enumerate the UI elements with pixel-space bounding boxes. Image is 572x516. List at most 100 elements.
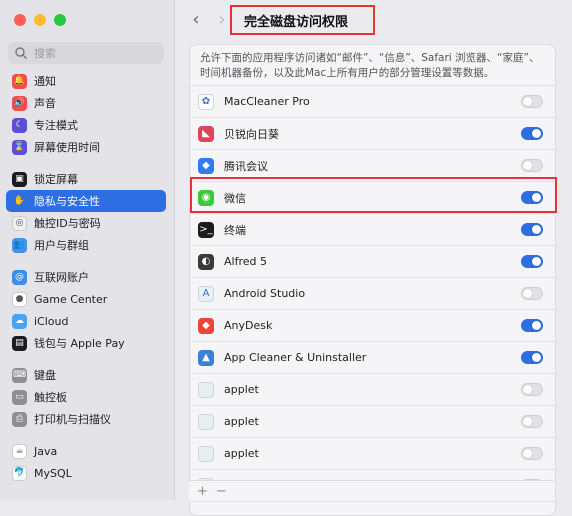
access-toggle[interactable] <box>521 383 543 396</box>
main-content: ‹ › 完全磁盘访问权限 允许下面的应用程序访问诸如“邮件”、“信息”、Safa… <box>175 0 572 516</box>
sidebar: 🔔 通知 🔊 声音 ☾ 专注模式 ⌛ 屏幕使用时间 ▣ 锁定屏幕 ✋ 隐私与安全性 ◎ 触控ID与密码 👥 用… <box>0 0 175 500</box>
moon-icon: ☾ <box>12 117 27 133</box>
access-toggle[interactable] <box>521 287 543 300</box>
access-toggle[interactable] <box>521 191 543 204</box>
access-toggle[interactable] <box>521 255 543 268</box>
hand-icon: ✋ <box>12 193 27 209</box>
sidebar-item-label: Java <box>34 444 58 458</box>
wechat-icon: ◉ <box>198 189 214 206</box>
sidebar-item-label: 触控板 <box>34 391 67 404</box>
sidebar-item[interactable]: ✋ 隐私与安全性 <box>6 190 166 212</box>
tencent-meeting-icon: ◆ <box>198 157 214 174</box>
sidebar-item-label: 钱包与 Apple Pay <box>34 337 125 350</box>
access-toggle[interactable] <box>521 351 543 364</box>
close-window-button[interactable] <box>14 14 26 26</box>
printer-icon: ⎙ <box>12 411 27 427</box>
sidebar-item[interactable]: ▣ 锁定屏幕 <box>6 168 166 190</box>
terminal-icon: >_ <box>198 221 214 238</box>
trackpad-icon: ▭ <box>12 389 27 405</box>
sidebar-item[interactable]: ☁ iCloud <box>6 310 166 332</box>
search-input[interactable] <box>32 45 156 61</box>
app-row: ◣ 贝锐向日葵 <box>190 118 555 150</box>
back-button[interactable]: ‹ <box>187 9 205 30</box>
window-controls <box>14 14 66 26</box>
sidebar-item[interactable]: 🔊 声音 <box>6 92 166 114</box>
sidebar-item[interactable]: 🔔 通知 <box>6 70 166 92</box>
hourglass-icon: ⌛ <box>12 139 27 155</box>
app-cleaner-icon: ▲ <box>198 349 214 366</box>
sidebar-item[interactable]: ☾ 专注模式 <box>6 114 166 136</box>
at-icon: @ <box>12 269 27 285</box>
lock-screen-icon: ▣ <box>12 171 27 187</box>
access-toggle[interactable] <box>521 159 543 172</box>
search-box[interactable] <box>8 42 164 64</box>
sidebar-item[interactable]: ● Game Center <box>6 288 166 310</box>
sidebar-item[interactable]: 👥 用户与群组 <box>6 234 166 256</box>
sidebar-item-label: 用户与群组 <box>34 239 89 252</box>
app-name: 终端 <box>224 223 246 237</box>
sidebar-item[interactable]: ◎ 触控ID与密码 <box>6 212 166 234</box>
applet-icon <box>198 381 214 398</box>
app-row: >_ 终端 <box>190 214 555 246</box>
anydesk-icon: ◆ <box>198 317 214 334</box>
sidebar-item[interactable]: ⎙ 打印机与扫描仪 <box>6 408 166 430</box>
app-name: applet <box>224 415 259 428</box>
forward-button[interactable]: › <box>213 9 231 30</box>
sidebar-item[interactable]: ⌨ 键盘 <box>6 364 166 386</box>
remove-app-button[interactable]: − <box>216 484 227 499</box>
app-name: applet <box>224 447 259 460</box>
sunflower-icon: ◣ <box>198 125 214 142</box>
zoom-window-button[interactable] <box>54 14 66 26</box>
access-toggle[interactable] <box>521 447 543 460</box>
app-row: ▲ App Cleaner & Uninstaller <box>190 342 555 374</box>
app-name: App Cleaner & Uninstaller <box>224 351 367 364</box>
app-name: MacCleaner Pro <box>224 95 310 108</box>
page-title: 完全磁盘访问权限 <box>230 5 375 35</box>
sidebar-item-label: 声音 <box>34 97 56 110</box>
sidebar-item[interactable]: ▭ 触控板 <box>6 386 166 408</box>
game-center-icon: ● <box>12 291 27 307</box>
sidebar-item[interactable]: ☕ Java <box>6 440 166 462</box>
add-app-button[interactable]: + <box>197 484 208 499</box>
search-icon <box>15 47 27 59</box>
app-name: 贝锐向日葵 <box>224 127 279 141</box>
users-icon: 👥 <box>12 237 27 253</box>
java-icon: ☕ <box>12 443 27 459</box>
access-toggle[interactable] <box>521 95 543 108</box>
sidebar-item-label: 触控ID与密码 <box>34 217 101 230</box>
sidebar-item[interactable]: 🐬 MySQL <box>6 462 166 484</box>
app-row: ✿ MacCleaner Pro <box>190 86 555 118</box>
maccleaner-icon: ✿ <box>198 93 214 110</box>
mysql-icon: 🐬 <box>12 465 27 481</box>
access-toggle[interactable] <box>521 319 543 332</box>
alfred-icon: ◐ <box>198 253 214 270</box>
app-name: AnyDesk <box>224 319 273 332</box>
app-name: applet <box>224 383 259 396</box>
cloud-icon: ☁ <box>12 313 27 329</box>
sidebar-item[interactable]: ▤ 钱包与 Apple Pay <box>6 332 166 354</box>
description-text: 允许下面的应用程序访问诸如“邮件”、“信息”、Safari 浏览器、“家庭”、时… <box>190 45 555 86</box>
sidebar-item-label: 隐私与安全性 <box>34 195 100 208</box>
app-row: A Android Studio <box>190 278 555 310</box>
access-toggle[interactable] <box>521 415 543 428</box>
toolbar: ‹ › 完全磁盘访问权限 <box>175 0 572 38</box>
app-name: 腾讯会议 <box>224 159 268 173</box>
sidebar-item-label: Game Center <box>34 292 108 306</box>
app-row: applet <box>190 438 555 470</box>
app-row: applet <box>190 374 555 406</box>
app-name: Android Studio <box>224 287 306 300</box>
wallet-icon: ▤ <box>12 335 27 351</box>
bell-icon: 🔔 <box>12 73 27 89</box>
access-toggle[interactable] <box>521 223 543 236</box>
sidebar-list: 🔔 通知 🔊 声音 ☾ 专注模式 ⌛ 屏幕使用时间 ▣ 锁定屏幕 ✋ 隐私与安全性 ◎ 触控ID与密码 👥 用… <box>6 70 166 484</box>
sidebar-item-label: 专注模式 <box>34 119 78 132</box>
app-row: applet <box>190 406 555 438</box>
sidebar-item-label: 屏幕使用时间 <box>34 141 100 154</box>
access-toggle[interactable] <box>521 127 543 140</box>
sidebar-item-label: 打印机与扫描仪 <box>34 413 111 426</box>
sidebar-item[interactable]: @ 互联网账户 <box>6 266 166 288</box>
sidebar-item[interactable]: ⌛ 屏幕使用时间 <box>6 136 166 158</box>
minimize-window-button[interactable] <box>34 14 46 26</box>
